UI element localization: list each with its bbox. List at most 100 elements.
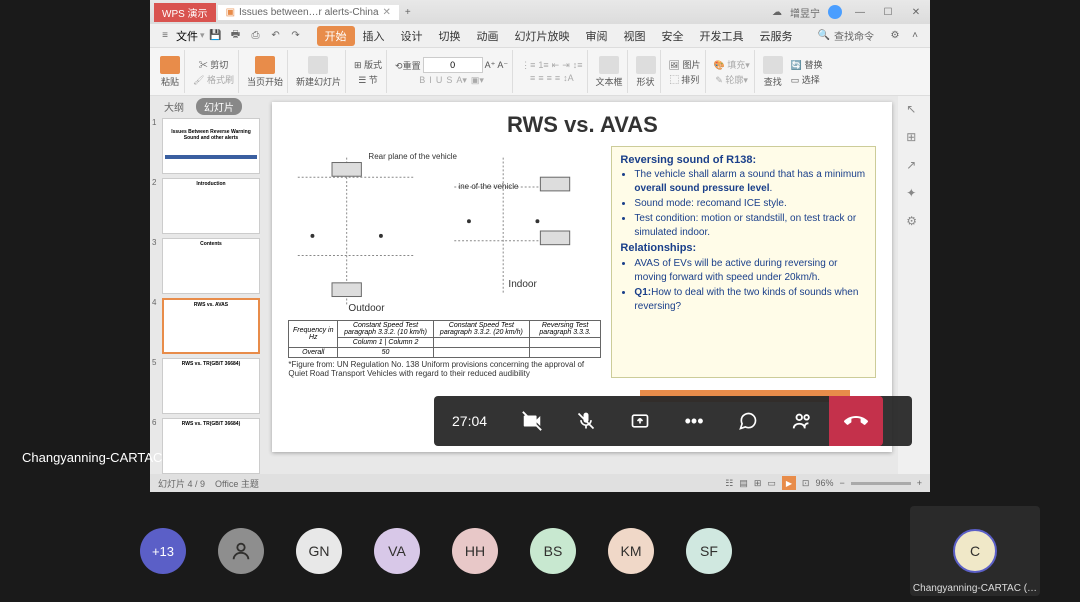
anon-participant[interactable]	[218, 528, 264, 574]
justify-button[interactable]: ≡	[555, 73, 560, 83]
fit-icon[interactable]: ⊡	[802, 478, 810, 489]
outline-tab[interactable]: 大纲	[156, 98, 192, 115]
select-button[interactable]: ▭ 选择	[791, 73, 823, 86]
font-size-input[interactable]	[423, 57, 483, 73]
more-options-button[interactable]: •••	[667, 396, 721, 446]
participant-hh[interactable]: HH	[452, 528, 498, 574]
tab-animation[interactable]: 动画	[469, 26, 507, 46]
bold-button[interactable]: B	[419, 75, 425, 86]
properties-icon[interactable]: ⊞	[906, 130, 922, 146]
tab-insert[interactable]: 插入	[355, 26, 393, 46]
fill-button[interactable]: 🎨 填充▾	[714, 58, 750, 71]
decrease-font-icon[interactable]: A⁻	[497, 60, 508, 71]
share-icon[interactable]: ↗	[906, 158, 922, 174]
layout-button[interactable]: ⊞ 版式	[354, 58, 382, 71]
maximize-button[interactable]: ☐	[878, 7, 898, 18]
settings-pane-icon[interactable]: ⚙	[906, 214, 922, 230]
slideshow-view-icon[interactable]: ▶	[782, 476, 796, 490]
align-right-button[interactable]: ≡	[547, 73, 552, 83]
slides-tab[interactable]: 幻灯片	[196, 98, 242, 115]
save-icon[interactable]: 💾	[207, 27, 225, 45]
cloud-icon[interactable]: ☁	[772, 7, 782, 18]
collapse-ribbon-icon[interactable]: ˄	[906, 27, 924, 45]
outline-button[interactable]: ✎ 轮廓▾	[715, 73, 748, 86]
increase-font-icon[interactable]: A⁺	[485, 60, 496, 71]
format-brush-button[interactable]: 🖌 格式刷	[193, 73, 234, 86]
thumb-5[interactable]: 5RWS vs. TR(GB/T 36684)	[152, 358, 264, 414]
hangup-button[interactable]	[829, 396, 883, 446]
tab-view[interactable]: 视图	[616, 26, 654, 46]
line-spacing-button[interactable]: ↕≡	[573, 60, 583, 71]
undo-icon[interactable]: ↶	[267, 27, 285, 45]
select-tool-icon[interactable]: ↖	[906, 102, 922, 118]
tab-security[interactable]: 安全	[654, 26, 692, 46]
normal-view-icon[interactable]: ▤	[739, 478, 748, 489]
align-center-button[interactable]: ≡	[538, 73, 543, 83]
participant-bs[interactable]: BS	[530, 528, 576, 574]
file-menu[interactable]: 文件	[176, 28, 198, 44]
app-tab[interactable]: WPS 演示	[154, 3, 216, 22]
document-tab[interactable]: ▣ Issues between…r alerts-China ✕	[218, 5, 399, 20]
self-view[interactable]: C Changyanning-CARTAC (…	[910, 506, 1040, 596]
thumb-list[interactable]: 1Issues Between Reverse Warning Sound an…	[150, 116, 266, 474]
indent-inc-button[interactable]: ⇥	[562, 60, 570, 71]
text-direction-button[interactable]: ↕A	[563, 73, 574, 83]
tab-close-icon[interactable]: ✕	[383, 7, 391, 18]
paste-button[interactable]: 粘贴	[160, 56, 180, 88]
zoom-in-button[interactable]: +	[917, 478, 922, 488]
tab-review[interactable]: 审阅	[578, 26, 616, 46]
mic-button[interactable]	[559, 396, 613, 446]
tab-start[interactable]: 开始	[317, 26, 355, 46]
camera-button[interactable]	[505, 396, 559, 446]
zoom-out-button[interactable]: −	[839, 478, 844, 488]
thumb-4[interactable]: 4RWS vs. AVAS	[152, 298, 264, 354]
tab-devtools[interactable]: 开发工具	[692, 26, 752, 46]
zoom-slider[interactable]	[851, 482, 911, 485]
picture-button[interactable]: 🖼 图片	[669, 58, 701, 71]
replace-button[interactable]: 🔄 替换	[791, 58, 823, 71]
new-tab-button[interactable]: +	[405, 7, 411, 18]
participant-gn[interactable]: GN	[296, 528, 342, 574]
share-screen-button[interactable]	[613, 396, 667, 446]
thumb-2[interactable]: 2Introduction	[152, 178, 264, 234]
participants-button[interactable]	[775, 396, 829, 446]
redo-icon[interactable]: ↷	[287, 27, 305, 45]
tab-cloud[interactable]: 云服务	[752, 26, 801, 46]
command-search[interactable]: 🔍 查找命令	[818, 28, 874, 43]
notes-view-icon[interactable]: ☷	[725, 478, 733, 489]
more-participants-button[interactable]: +13	[140, 528, 186, 574]
align-left-button[interactable]: ≡	[530, 73, 535, 83]
from-start-button[interactable]: 当页开始	[247, 56, 283, 88]
strike-button[interactable]: S	[446, 75, 452, 86]
minimize-button[interactable]: —	[850, 7, 870, 18]
reading-view-icon[interactable]: ▭	[767, 478, 776, 489]
animation-pane-icon[interactable]: ✦	[906, 186, 922, 202]
app-menu-icon[interactable]: ≡	[156, 27, 174, 45]
underline-button[interactable]: U	[436, 75, 443, 86]
preview-icon[interactable]: ⎙	[247, 27, 265, 45]
thumb-3[interactable]: 3Contents	[152, 238, 264, 294]
indent-dec-button[interactable]: ⇤	[552, 60, 560, 71]
sorter-view-icon[interactable]: ⊞	[754, 478, 762, 489]
find-button[interactable]: 查找	[763, 56, 783, 88]
new-slide-button[interactable]: 新建幻灯片	[296, 56, 341, 88]
zoom-level[interactable]: 96%	[815, 478, 833, 488]
thumb-1[interactable]: 1Issues Between Reverse Warning Sound an…	[152, 118, 264, 174]
reset-button[interactable]: ⟲重置	[395, 59, 421, 72]
cut-button[interactable]: ✂ 剪切	[199, 58, 229, 71]
tab-design[interactable]: 设计	[393, 26, 431, 46]
textbox-button[interactable]: 文本框	[596, 56, 623, 88]
highlight-button[interactable]: ▣▾	[471, 75, 484, 86]
chat-button[interactable]	[721, 396, 775, 446]
participant-km[interactable]: KM	[608, 528, 654, 574]
numbering-button[interactable]: 1≡	[538, 60, 548, 71]
italic-button[interactable]: I	[429, 75, 432, 86]
font-color-button[interactable]: A▾	[456, 75, 467, 86]
participant-sf[interactable]: SF	[686, 528, 732, 574]
tab-transition[interactable]: 切换	[431, 26, 469, 46]
shape-button[interactable]: 形状	[636, 56, 656, 88]
bullets-button[interactable]: ⋮≡	[521, 60, 535, 71]
participant-va[interactable]: VA	[374, 528, 420, 574]
tab-slideshow[interactable]: 幻灯片放映	[507, 26, 578, 46]
settings-icon[interactable]: ⚙	[886, 27, 904, 45]
